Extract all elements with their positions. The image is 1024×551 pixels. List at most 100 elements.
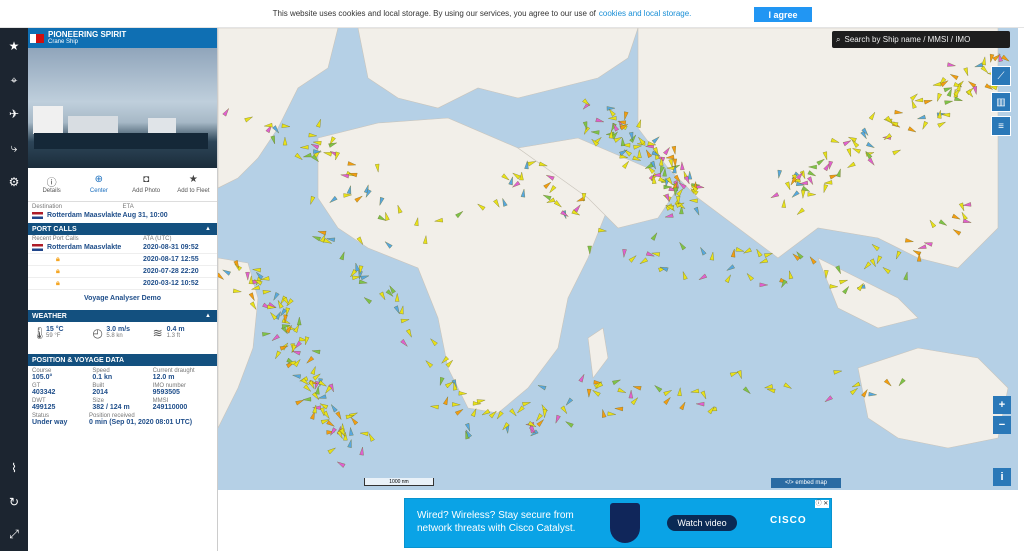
vessel-marker[interactable] <box>327 446 337 455</box>
location-pin-icon[interactable]: ⌖ <box>6 72 22 88</box>
vessel-marker[interactable] <box>565 397 574 407</box>
vessel-marker[interactable] <box>400 318 410 324</box>
vessel-marker[interactable] <box>262 289 272 295</box>
vessel-marker[interactable] <box>455 408 464 416</box>
vessel-marker[interactable] <box>303 384 313 393</box>
vessel-marker[interactable] <box>693 206 701 216</box>
vessel-marker[interactable] <box>565 420 574 428</box>
collapse-icon[interactable]: ▲ <box>205 226 211 232</box>
vessel-marker[interactable] <box>698 273 708 282</box>
antenna-icon[interactable]: ⌇ <box>6 460 22 476</box>
vessel-marker[interactable] <box>623 111 629 121</box>
ship-search-input[interactable]: ⌕ Search by Ship name / MMSI / IMO <box>832 31 1010 48</box>
vessel-marker[interactable] <box>663 389 673 397</box>
vessel-marker[interactable] <box>303 152 312 159</box>
refresh-icon[interactable]: ↻ <box>6 494 22 510</box>
vessel-marker[interactable] <box>726 264 735 273</box>
vessel-marker[interactable] <box>560 405 569 415</box>
vessel-marker[interactable] <box>690 388 700 394</box>
vessel-marker[interactable] <box>359 431 369 437</box>
vessel-marker[interactable] <box>303 336 310 346</box>
tab-add-photo[interactable]: ◘ Add Photo <box>123 168 170 201</box>
vessel-marker[interactable] <box>324 385 333 395</box>
vessel-marker[interactable] <box>632 385 642 391</box>
vessel-marker[interactable] <box>315 119 322 128</box>
tab-details[interactable]: ⓘ Details <box>28 168 75 201</box>
vessel-marker[interactable] <box>294 152 304 161</box>
vessel-marker[interactable] <box>318 380 328 387</box>
vessel-marker[interactable] <box>678 241 687 251</box>
vessel-marker[interactable] <box>700 390 708 400</box>
satellite-icon[interactable]: ✈ <box>6 106 22 122</box>
filter-icon[interactable]: ≡ <box>991 116 1011 136</box>
vessel-marker[interactable] <box>302 397 312 402</box>
vessel-marker[interactable] <box>464 429 472 438</box>
vessel-marker[interactable] <box>429 337 438 347</box>
vessel-marker[interactable] <box>759 258 769 265</box>
vessel-marker[interactable] <box>617 387 627 395</box>
vessel-marker[interactable] <box>311 349 321 355</box>
weather-header[interactable]: WEATHER ▲ <box>28 310 217 322</box>
vessel-marker[interactable] <box>400 338 409 348</box>
vessel-marker[interactable] <box>601 409 607 418</box>
vessel-marker[interactable] <box>522 400 531 407</box>
vessel-marker[interactable] <box>851 381 861 389</box>
star-icon[interactable]: ★ <box>6 38 22 54</box>
vessel-marker[interactable] <box>869 258 877 268</box>
vessel-marker[interactable] <box>677 387 683 397</box>
map-canvas[interactable] <box>218 28 1018 490</box>
vessel-marker[interactable] <box>607 411 616 417</box>
advertisement-banner[interactable]: Wired? Wireless? Stay secure from networ… <box>404 498 832 548</box>
vessel-marker[interactable] <box>903 271 910 281</box>
vessel-marker[interactable] <box>622 249 627 258</box>
vessel-marker[interactable] <box>783 382 793 390</box>
vessel-marker[interactable] <box>578 373 586 383</box>
ad-close-icon[interactable]: ⓘ ✕ <box>815 500 829 508</box>
vessel-marker[interactable] <box>542 409 548 418</box>
vessel-marker[interactable] <box>330 403 338 413</box>
zoom-in-button[interactable]: + <box>993 396 1011 414</box>
vessel-marker[interactable] <box>645 251 655 258</box>
vessel-marker[interactable] <box>628 390 634 399</box>
vessel-marker[interactable] <box>367 433 375 442</box>
vessel-marker[interactable] <box>689 198 698 204</box>
collapse-icon[interactable]: ▲ <box>205 313 211 319</box>
vessel-marker[interactable] <box>614 406 624 412</box>
vessel-marker[interactable] <box>269 311 278 321</box>
vessel-marker[interactable] <box>730 248 736 258</box>
vessel-marker[interactable] <box>379 291 386 301</box>
vessel-marker[interactable] <box>863 261 872 271</box>
vessel-marker[interactable] <box>882 266 891 275</box>
measure-tool-icon[interactable]: ⟋ <box>991 66 1011 86</box>
vessel-marker[interactable] <box>438 377 445 386</box>
vessel-marker[interactable] <box>358 279 368 285</box>
route-icon[interactable]: ⤷ <box>6 140 22 156</box>
port-call-row[interactable]: 🔒︎ 2020-03-12 10:52 <box>28 278 217 290</box>
vessel-marker[interactable] <box>347 439 354 448</box>
vessel-marker[interactable] <box>322 410 331 420</box>
zoom-out-button[interactable]: − <box>993 416 1011 434</box>
vessel-marker[interactable] <box>709 251 715 261</box>
vessel-marker[interactable] <box>742 386 752 395</box>
ship-photo[interactable] <box>28 48 217 168</box>
vessel-marker[interactable] <box>363 296 372 305</box>
vessel-marker[interactable] <box>271 334 280 342</box>
vessel-marker[interactable] <box>592 389 601 397</box>
map-layers-icon[interactable]: ▥ <box>991 92 1011 112</box>
vessel-marker[interactable] <box>729 370 739 377</box>
vessel-marker[interactable] <box>348 427 354 436</box>
port-calls-header[interactable]: PORT CALLS ▲ <box>28 223 217 235</box>
vessel-marker[interactable] <box>620 137 626 147</box>
vessel-marker[interactable] <box>452 402 461 407</box>
vessel-marker[interactable] <box>310 366 318 375</box>
vessel-marker[interactable] <box>312 235 321 242</box>
vessel-marker[interactable] <box>335 411 343 421</box>
port-call-row[interactable]: Rotterdam Maasvlakte 2020-08-31 09:52 <box>28 242 217 254</box>
vessel-marker[interactable] <box>696 401 705 407</box>
vessel-marker[interactable] <box>650 232 659 241</box>
vessel-marker[interactable] <box>305 356 315 364</box>
page-scrollbar[interactable] <box>1018 28 1024 490</box>
destination-value-wrap[interactable]: Rotterdam Maasvlakte <box>32 212 123 219</box>
vessel-marker[interactable] <box>745 272 754 282</box>
vessel-marker[interactable] <box>759 282 768 288</box>
